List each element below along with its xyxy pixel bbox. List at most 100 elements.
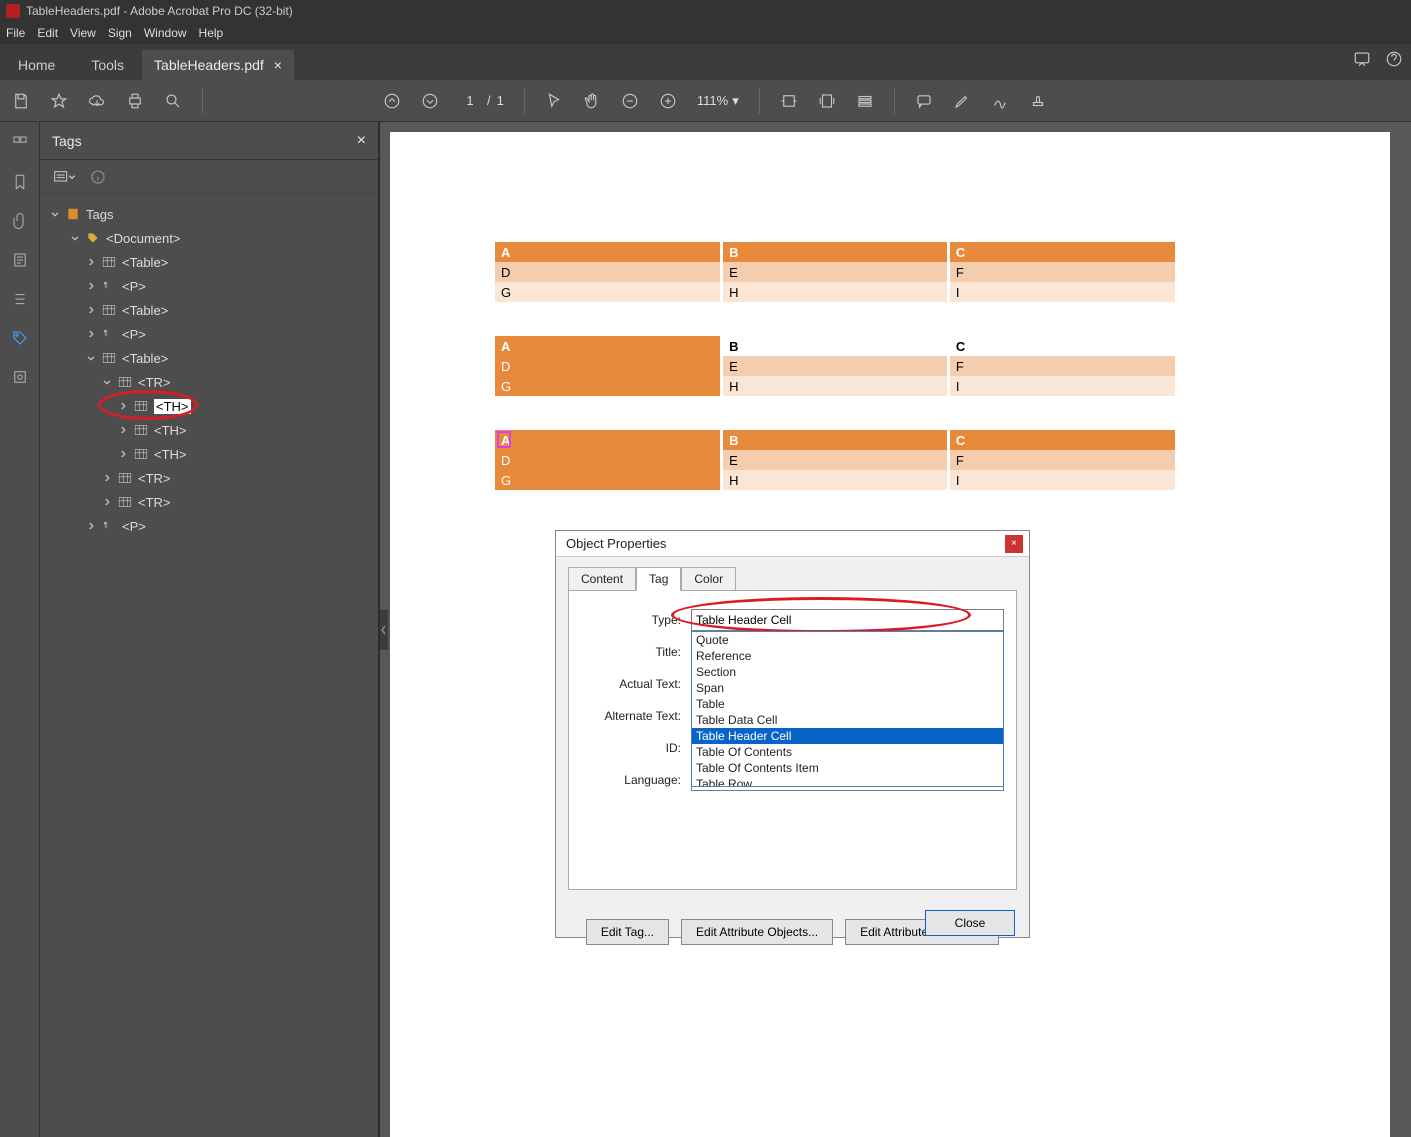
tree-node[interactable]: ¶<P> — [40, 514, 378, 538]
object-properties-dialog: Object Properties × Content Tag Color Ty… — [555, 530, 1030, 938]
tree-root[interactable]: Tags — [86, 207, 113, 222]
tree-node[interactable]: <TR> — [40, 490, 378, 514]
page-up-icon[interactable] — [383, 92, 401, 110]
tree-node[interactable]: ¶<P> — [40, 322, 378, 346]
save-icon[interactable] — [12, 92, 30, 110]
tree-node[interactable]: <TH> — [40, 442, 378, 466]
dropdown-option[interactable]: Table Of Contents Item — [692, 760, 1003, 776]
tree-node[interactable]: <Document> — [40, 226, 378, 250]
zoom-in-icon[interactable] — [659, 92, 677, 110]
edit-attr-objects-button[interactable]: Edit Attribute Objects... — [681, 919, 833, 945]
tree-node[interactable]: <TH> — [40, 394, 378, 418]
tab-tools[interactable]: Tools — [73, 50, 142, 80]
dropdown-option[interactable]: Table Row — [692, 776, 1003, 787]
title-label: Title: — [581, 645, 691, 659]
dropdown-option[interactable]: Section — [692, 664, 1003, 680]
dropdown-option[interactable]: Reference — [692, 648, 1003, 664]
thumbnails-icon[interactable] — [11, 134, 29, 155]
dropdown-option[interactable]: Span — [692, 680, 1003, 696]
dialog-title: Object Properties — [566, 536, 666, 551]
tree-node[interactable]: <Table> — [40, 298, 378, 322]
tree-node[interactable]: <TR> — [40, 370, 378, 394]
close-panel-icon[interactable]: × — [357, 132, 366, 150]
chevron-down-icon: ▾ — [732, 93, 739, 109]
sign-icon[interactable] — [991, 92, 1009, 110]
menu-help[interactable]: Help — [199, 26, 224, 40]
menu-file[interactable]: File — [6, 26, 25, 40]
tags-panel: Tags × Tags <Document><Table>¶<P><Table>… — [40, 122, 380, 1137]
options-icon[interactable] — [52, 169, 76, 185]
page-indicator: / 1 — [459, 93, 504, 108]
type-combo[interactable] — [691, 609, 1004, 631]
fit-page-icon[interactable] — [818, 92, 836, 110]
hand-icon[interactable] — [583, 92, 601, 110]
star-icon[interactable] — [50, 92, 68, 110]
zoom-level[interactable]: 111% ▾ — [697, 93, 739, 109]
document-tab-label: TableHeaders.pdf — [154, 57, 264, 73]
tree-node[interactable]: <TH> — [40, 418, 378, 442]
type-dropdown[interactable]: QuoteReferenceSectionSpanTableTable Data… — [691, 631, 1004, 787]
tree-node[interactable]: <Table> — [40, 346, 378, 370]
fit-width-icon[interactable] — [780, 92, 798, 110]
tab-home[interactable]: Home — [0, 50, 73, 80]
toolbar: / 1 111% ▾ — [0, 80, 1411, 122]
order-icon[interactable] — [11, 290, 29, 311]
actual-text-label: Actual Text: — [581, 677, 691, 691]
select-pointer-icon[interactable] — [545, 92, 563, 110]
tree-node[interactable]: ¶<P> — [40, 274, 378, 298]
menu-sign[interactable]: Sign — [108, 26, 132, 40]
tab-tag[interactable]: Tag — [636, 567, 681, 591]
tab-color[interactable]: Color — [681, 567, 736, 591]
tree-node[interactable]: <TR> — [40, 466, 378, 490]
model-icon[interactable] — [11, 368, 29, 389]
document-tab[interactable]: TableHeaders.pdf × — [142, 50, 294, 80]
dialog-close-icon[interactable]: × — [1005, 535, 1023, 553]
page-current-input[interactable] — [459, 93, 481, 108]
svg-text:¶: ¶ — [104, 280, 108, 289]
print-icon[interactable] — [126, 92, 144, 110]
dropdown-option[interactable]: Table — [692, 696, 1003, 712]
attachments-icon[interactable] — [11, 212, 29, 233]
content-icon[interactable] — [11, 251, 29, 272]
bookmarks-icon[interactable] — [11, 173, 29, 194]
comment-icon[interactable] — [915, 92, 933, 110]
window-title: TableHeaders.pdf - Adobe Acrobat Pro DC … — [26, 4, 293, 18]
page-total: 1 — [497, 93, 504, 108]
close-tab-icon[interactable]: × — [274, 57, 282, 73]
svg-text:¶: ¶ — [104, 328, 108, 337]
menu-edit[interactable]: Edit — [37, 26, 58, 40]
info-icon[interactable] — [90, 169, 106, 185]
panel-drag-handle[interactable] — [380, 610, 388, 650]
zoom-out-icon[interactable] — [621, 92, 639, 110]
menu-window[interactable]: Window — [144, 26, 187, 40]
tags-toolbar — [40, 160, 378, 194]
help-icon[interactable] — [1385, 50, 1403, 68]
alternate-text-label: Alternate Text: — [581, 709, 691, 723]
highlight-icon[interactable] — [953, 92, 971, 110]
tab-content[interactable]: Content — [568, 567, 636, 591]
chat-icon[interactable] — [1353, 50, 1371, 68]
tags-icon[interactable] — [11, 329, 29, 350]
demo-table: ABCDEFGHI — [495, 430, 1175, 490]
page-down-icon[interactable] — [421, 92, 439, 110]
read-mode-icon[interactable] — [856, 92, 874, 110]
tree-node[interactable]: <Table> — [40, 250, 378, 274]
close-button[interactable]: Close — [925, 910, 1015, 936]
language-label: Language: — [581, 773, 691, 787]
cloud-icon[interactable] — [88, 92, 106, 110]
dropdown-option[interactable]: Quote — [692, 632, 1003, 648]
edit-tag-button[interactable]: Edit Tag... — [586, 919, 669, 945]
dropdown-option[interactable]: Table Data Cell — [692, 712, 1003, 728]
svg-text:¶: ¶ — [104, 520, 108, 529]
selection-highlight — [497, 431, 511, 448]
tags-panel-title: Tags — [52, 133, 82, 149]
search-icon[interactable] — [164, 92, 182, 110]
dropdown-option[interactable]: Table Header Cell — [692, 728, 1003, 744]
demo-table: ABCDEFGHI — [495, 242, 1175, 302]
app-icon — [6, 4, 20, 18]
dropdown-option[interactable]: Table Of Contents — [692, 744, 1003, 760]
demo-table: ABCDEFGHI — [495, 336, 1175, 396]
tags-tree[interactable]: Tags <Document><Table>¶<P><Table>¶<P><Ta… — [40, 194, 378, 1137]
menu-view[interactable]: View — [70, 26, 96, 40]
stamp-icon[interactable] — [1029, 92, 1047, 110]
